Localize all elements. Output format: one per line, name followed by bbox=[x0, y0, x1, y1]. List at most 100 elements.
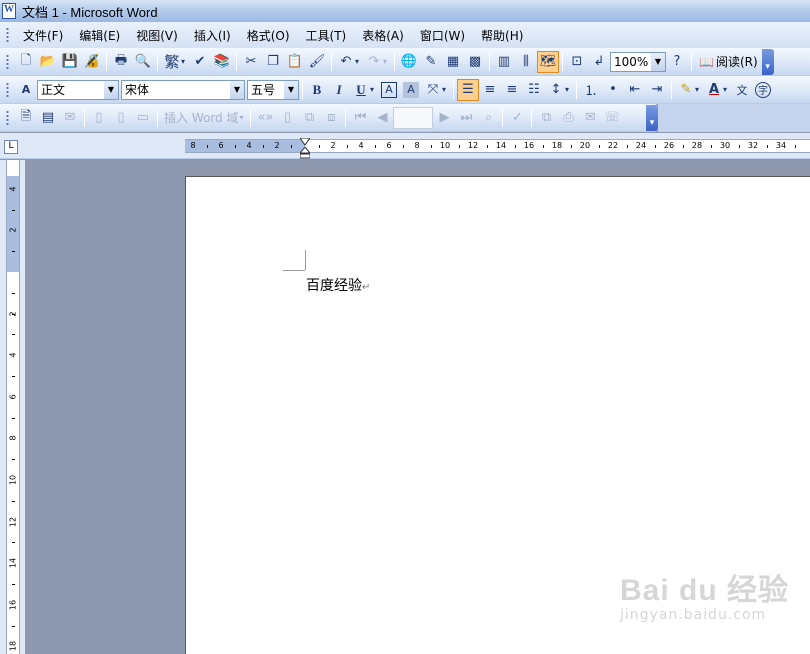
menu-tools[interactable]: 工具(T) bbox=[298, 25, 355, 46]
char-border-icon[interactable]: A bbox=[381, 81, 397, 98]
document-map-icon[interactable]: 🗺 bbox=[537, 50, 559, 73]
show-hide-icon[interactable]: ⊡ bbox=[566, 51, 588, 73]
menu-window[interactable]: 窗口(W) bbox=[412, 25, 473, 46]
font-combo[interactable]: 宋体 ▼ bbox=[121, 79, 245, 100]
char-shading-icon[interactable]: A bbox=[403, 81, 419, 98]
print-icon[interactable]: 🖶 bbox=[110, 51, 132, 73]
paragraph-mark-icon[interactable]: ↲ bbox=[588, 51, 610, 73]
undo-icon[interactable]: ↶ bbox=[335, 51, 357, 73]
align-right-icon[interactable]: ≡ bbox=[501, 79, 523, 101]
insert-excel-icon[interactable]: ▩ bbox=[464, 51, 486, 73]
toolbar-options-icon[interactable]: ▾ bbox=[761, 48, 774, 75]
vertical-ruler[interactable]: 4224681012141618 bbox=[6, 160, 20, 654]
font-color-icon[interactable]: A bbox=[703, 79, 725, 101]
zoom-combo[interactable]: 100% ▼ bbox=[610, 51, 666, 72]
tab-selector-icon[interactable]: L bbox=[4, 140, 18, 154]
first-line-indent-icon[interactable] bbox=[300, 138, 310, 146]
line-spacing-dropdown-icon[interactable]: ▾ bbox=[565, 85, 573, 94]
hanging-indent-icon[interactable] bbox=[300, 147, 310, 159]
record-number-input[interactable] bbox=[393, 106, 434, 129]
toolbar-grip[interactable] bbox=[6, 109, 9, 126]
insert-greeting-icon[interactable]: ▯ bbox=[110, 107, 132, 129]
main-document-setup-icon[interactable]: 🗎 bbox=[15, 107, 37, 129]
char-scaling-dropdown-icon[interactable]: ▾ bbox=[442, 85, 450, 94]
open-folder-icon[interactable]: 📂 bbox=[37, 51, 59, 73]
save-icon[interactable]: 💾 bbox=[59, 51, 81, 73]
merge-to-email-icon[interactable]: ✉ bbox=[579, 107, 601, 129]
line-spacing-icon[interactable]: ↕ bbox=[545, 79, 567, 101]
insert-word-field-button[interactable]: 插入 Word 域 bbox=[161, 109, 241, 126]
spelling-icon[interactable]: ✔ bbox=[189, 51, 211, 73]
traditional-chinese-dropdown-icon[interactable]: ▾ bbox=[181, 57, 189, 66]
italic-button[interactable]: I bbox=[328, 79, 350, 101]
menu-file[interactable]: 文件(F) bbox=[15, 25, 71, 46]
merge-to-fax-icon[interactable]: ☏ bbox=[601, 107, 623, 129]
permission-icon[interactable]: 🔏 bbox=[81, 51, 103, 73]
styles-formatting-icon[interactable]: A bbox=[15, 79, 37, 101]
check-errors-icon[interactable]: ✓ bbox=[506, 107, 528, 129]
menu-help[interactable]: 帮助(H) bbox=[473, 25, 531, 46]
format-painter-icon[interactable]: 🖌 bbox=[306, 51, 328, 73]
match-fields-icon[interactable]: ⧉ bbox=[298, 107, 320, 129]
horizontal-ruler[interactable]: 8 6 4 2 2 4 6 8 10 12 14 16 18 20 22 24 26 28 30 32 34 bbox=[185, 139, 810, 153]
toolbar-grip[interactable] bbox=[6, 81, 9, 98]
paste-icon[interactable]: 📋 bbox=[284, 51, 306, 73]
menu-format[interactable]: 格式(O) bbox=[239, 25, 298, 46]
font-size-combo[interactable]: 五号 ▼ bbox=[247, 79, 299, 100]
help-icon[interactable]: ? bbox=[666, 51, 688, 73]
highlight-icon[interactable]: ✎ bbox=[675, 79, 697, 101]
char-scaling-icon[interactable]: ⤧ bbox=[422, 79, 444, 101]
enclose-characters-icon[interactable]: 字 bbox=[755, 81, 771, 98]
toolbar-grip[interactable] bbox=[6, 53, 9, 70]
menu-insert[interactable]: 插入(I) bbox=[186, 25, 239, 46]
underline-dropdown-icon[interactable]: ▾ bbox=[370, 85, 378, 94]
redo-icon[interactable]: ↷ bbox=[363, 51, 385, 73]
align-center-icon[interactable]: ≡ bbox=[479, 79, 501, 101]
distributed-icon[interactable]: ☷ bbox=[523, 79, 545, 101]
read-button[interactable]: 📖 阅读(R) bbox=[695, 51, 762, 73]
menu-grip[interactable] bbox=[6, 27, 9, 43]
numbering-icon[interactable]: ⒈ bbox=[580, 79, 602, 101]
last-record-icon[interactable]: ⏭ bbox=[455, 107, 477, 129]
undo-dropdown-icon[interactable]: ▾ bbox=[355, 57, 363, 66]
bold-button[interactable]: B bbox=[306, 79, 328, 101]
research-icon[interactable]: 📚 bbox=[211, 51, 233, 73]
merge-to-new-document-icon[interactable]: ⧉ bbox=[535, 107, 557, 129]
font-color-dropdown-icon[interactable]: ▾ bbox=[723, 85, 731, 94]
toolbar-options-icon[interactable]: ▾ bbox=[646, 104, 658, 131]
mail-merge-recipients-icon[interactable]: ✉ bbox=[59, 107, 81, 129]
propagate-labels-icon[interactable]: ⧈ bbox=[320, 107, 342, 129]
increase-indent-icon[interactable]: ⇥ bbox=[646, 79, 668, 101]
insert-address-block-icon[interactable]: ▯ bbox=[88, 107, 110, 129]
chevron-down-icon[interactable]: ▼ bbox=[230, 80, 244, 99]
style-combo[interactable]: 正文 ▼ bbox=[37, 79, 119, 100]
redo-dropdown-icon[interactable]: ▾ bbox=[383, 57, 391, 66]
first-record-icon[interactable]: ⏮ bbox=[349, 107, 371, 129]
underline-button[interactable]: U bbox=[350, 79, 372, 101]
next-record-icon[interactable]: ▶ bbox=[433, 107, 455, 129]
word-app-icon[interactable] bbox=[2, 3, 16, 19]
menu-view[interactable]: 视图(V) bbox=[128, 25, 186, 46]
decrease-indent-icon[interactable]: ⇤ bbox=[624, 79, 646, 101]
menu-edit[interactable]: 编辑(E) bbox=[71, 25, 128, 46]
insert-word-field-dropdown-icon[interactable]: ▾ bbox=[239, 113, 247, 122]
insert-merge-fields-icon[interactable]: ▭ bbox=[132, 107, 154, 129]
document-body-text[interactable]: 百度经验↵ bbox=[306, 275, 370, 295]
tables-borders-icon[interactable]: ✎ bbox=[420, 51, 442, 73]
bullets-icon[interactable]: • bbox=[602, 79, 624, 101]
chevron-down-icon[interactable]: ▼ bbox=[651, 52, 665, 71]
hyperlink-icon[interactable]: 🌐 bbox=[398, 51, 420, 73]
menu-table[interactable]: 表格(A) bbox=[354, 25, 412, 46]
copy-icon[interactable]: ❐ bbox=[262, 51, 284, 73]
drawing-icon[interactable]: ⫼ bbox=[515, 51, 537, 73]
traditional-chinese-button[interactable]: 繁 bbox=[161, 51, 183, 73]
open-data-source-icon[interactable]: ▤ bbox=[37, 107, 59, 129]
print-preview-icon[interactable]: 🔍 bbox=[132, 51, 154, 73]
chevron-down-icon[interactable]: ▼ bbox=[284, 80, 298, 99]
merge-to-printer-icon[interactable]: ⎙ bbox=[557, 107, 579, 129]
highlight-merge-fields-icon[interactable]: ▯ bbox=[276, 107, 298, 129]
find-entry-icon[interactable]: ⌕ bbox=[477, 107, 499, 129]
highlight-dropdown-icon[interactable]: ▾ bbox=[695, 85, 703, 94]
cut-icon[interactable]: ✂ bbox=[240, 51, 262, 73]
phonetic-guide-icon[interactable]: 文 bbox=[731, 79, 753, 101]
